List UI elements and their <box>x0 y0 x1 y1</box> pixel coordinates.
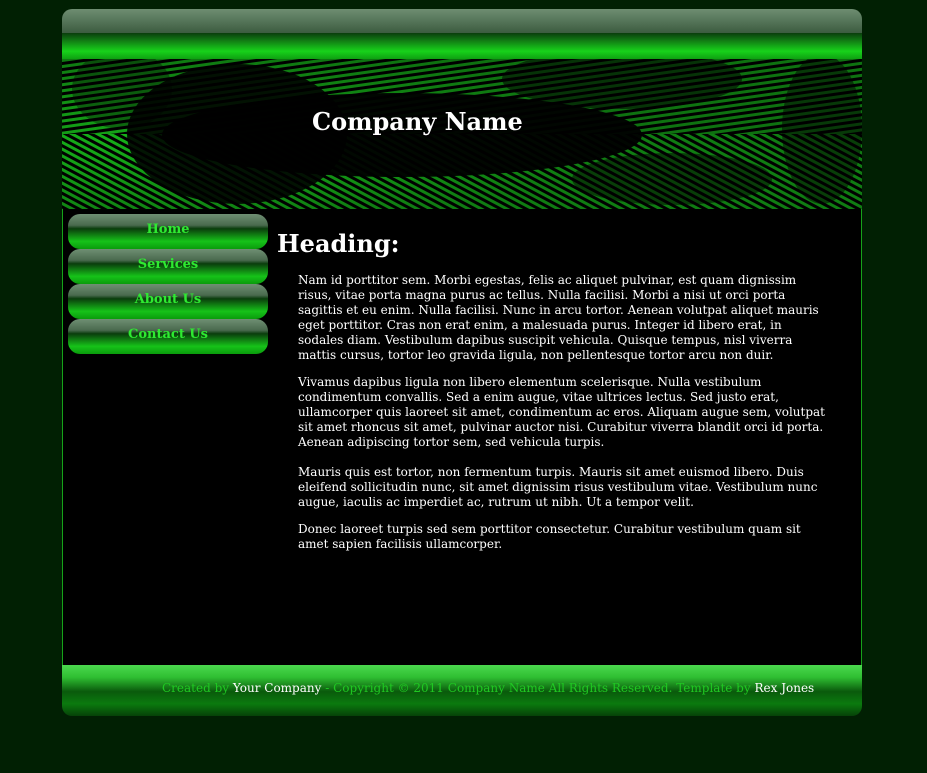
header-banner: Company Name <box>62 59 862 209</box>
company-name: Company Name <box>312 107 523 136</box>
content-area: Heading: Nam id porttitor sem. Morbi ege… <box>277 229 837 564</box>
page-wrapper: Company Name Home Services About Us Cont… <box>62 9 862 716</box>
footer: Created by Your Company - Copyright © 20… <box>62 665 862 716</box>
sidebar-nav: Home Services About Us Contact Us <box>68 214 268 354</box>
paragraph: Mauris quis est tortor, non fermentum tu… <box>298 465 818 509</box>
footer-author-link[interactable]: Rex Jones <box>754 681 814 695</box>
paragraph: Nam id porttitor sem. Morbi egestas, fel… <box>298 273 819 362</box>
footer-text: Created by Your Company - Copyright © 20… <box>162 681 852 695</box>
main-area: Home Services About Us Contact Us Headin… <box>62 209 862 666</box>
top-bar <box>62 9 862 33</box>
nav-item-contact-us[interactable]: Contact Us <box>68 319 268 354</box>
footer-your-company-link[interactable]: Your Company <box>233 681 322 695</box>
paragraph: Vivamus dapibus ligula non libero elemen… <box>298 375 825 449</box>
footer-copyright: - Copyright © 2011 Company Name All Righ… <box>325 681 751 695</box>
nav-item-about-us[interactable]: About Us <box>68 284 268 319</box>
nav-item-home[interactable]: Home <box>68 214 268 249</box>
paragraph: Donec laoreet turpis sed sem porttitor c… <box>298 522 801 551</box>
top-green-strip <box>62 33 862 59</box>
nav-item-services[interactable]: Services <box>68 249 268 284</box>
content-heading: Heading: <box>277 229 400 258</box>
footer-created-by: Created by <box>162 681 230 695</box>
